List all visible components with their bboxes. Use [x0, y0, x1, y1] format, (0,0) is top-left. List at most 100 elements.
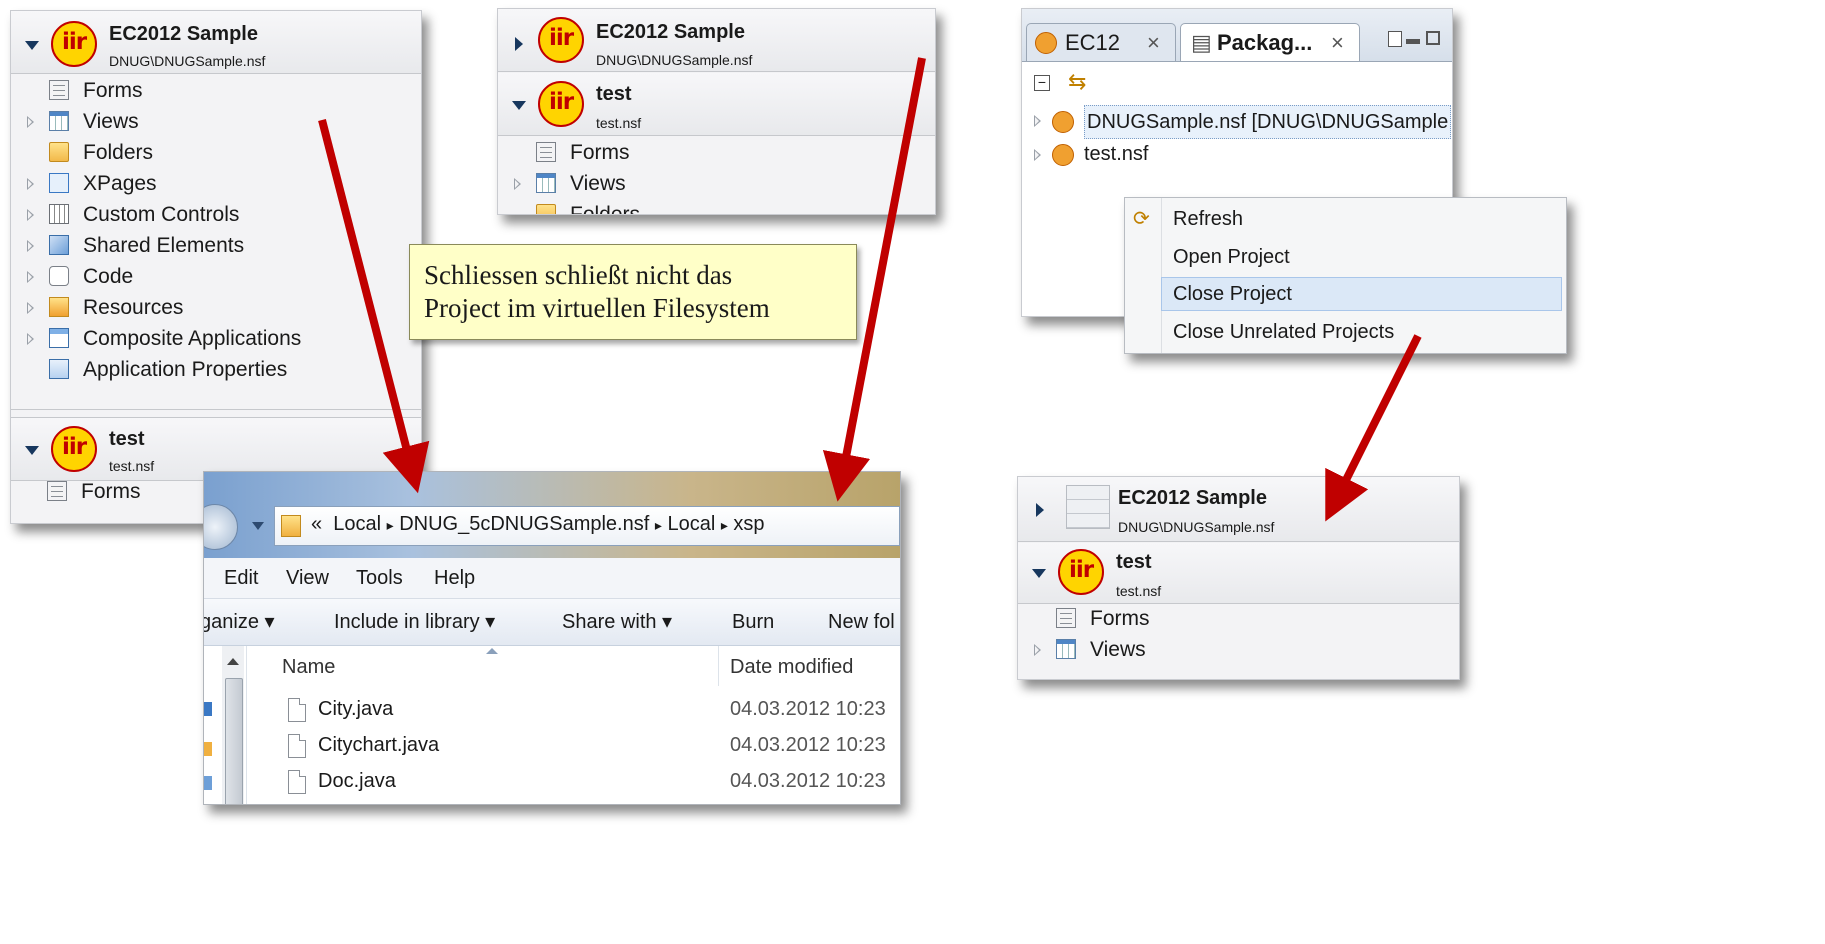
close-icon[interactable]: × [1147, 24, 1160, 62]
tree-item[interactable]: Code [27, 261, 407, 292]
menu-item-close-project[interactable]: Close Project [1173, 276, 1292, 312]
tree-item[interactable]: Views [27, 106, 407, 137]
expand-triangle-icon[interactable] [514, 178, 521, 190]
db-filename: test.nsf [1116, 583, 1162, 599]
maximize-icon[interactable] [1426, 31, 1440, 45]
tree-item-folders[interactable]: Folders [514, 199, 814, 214]
java-file-icon [288, 698, 306, 722]
tree-item[interactable]: Resources [27, 292, 407, 323]
column-header-date-modified[interactable]: Date modified [730, 656, 853, 679]
expand-triangle-icon[interactable] [27, 302, 34, 314]
tree-item-forms[interactable]: Forms [1034, 603, 1334, 634]
scrollbar[interactable] [222, 646, 244, 804]
command-bar: ganize ▾ Include in library ▾ Share with… [204, 599, 900, 646]
expand-triangle-icon[interactable] [27, 209, 34, 221]
view-menu-icon[interactable] [1388, 31, 1402, 47]
callout-line-1: Schliessen schließt nicht das [424, 260, 733, 290]
scroll-thumb[interactable] [225, 678, 243, 804]
tree-item[interactable]: Custom Controls [27, 199, 407, 230]
tab-ec12[interactable]: EC12 × [1026, 23, 1176, 61]
minimize-icon[interactable] [1406, 39, 1420, 44]
project-row-dnugsample[interactable]: DNUGSample.nsf [DNUG\DNUGSample [1034, 105, 1452, 139]
expand-triangle-icon[interactable] [27, 116, 34, 128]
db-title: EC2012 Sample [109, 23, 258, 45]
custom-control-icon [49, 204, 69, 224]
menu-edit[interactable]: Edit [224, 558, 258, 598]
new-folder-button[interactable]: New fol [828, 599, 895, 645]
collapse-triangle-icon[interactable] [1032, 569, 1046, 578]
java-file-icon [288, 770, 306, 794]
menu-tools[interactable]: Tools [356, 558, 403, 598]
include-in-library-button[interactable]: Include in library ▾ [334, 599, 495, 645]
db-header-test[interactable]: iir test test.nsf [498, 73, 935, 136]
db-title: EC2012 Sample [596, 21, 745, 43]
tree-item-forms[interactable]: Forms [514, 137, 814, 168]
db-header-test[interactable]: iir test test.nsf [1018, 543, 1459, 604]
expand-triangle-icon[interactable] [27, 178, 34, 190]
context-menu: ⟳ Refresh Open Project Close Project Clo… [1124, 197, 1567, 354]
menu-item-close-unrelated-projects[interactable]: Close Unrelated Projects [1173, 314, 1394, 350]
expand-triangle-icon[interactable] [27, 240, 34, 252]
expand-triangle-icon[interactable] [1034, 115, 1041, 127]
tree-item[interactable]: Folders [27, 137, 407, 168]
collapse-triangle-icon[interactable] [512, 101, 526, 110]
tab-package-explorer[interactable]: ▤ Packag... × [1180, 23, 1360, 61]
xpage-icon [49, 173, 69, 193]
file-row[interactable]: Citychart.java 04.03.2012 10:23 [254, 730, 900, 764]
share-with-button[interactable]: Share with ▾ [562, 599, 672, 645]
burn-button[interactable]: Burn [732, 599, 774, 645]
breadcrumb-item[interactable]: Local [667, 513, 715, 535]
db-title: EC2012 Sample [1118, 487, 1267, 509]
refresh-icon: ⟳ [1133, 208, 1150, 230]
db-filename: test.nsf [109, 458, 155, 474]
tree-item[interactable]: Application Properties [27, 354, 407, 385]
menu-view[interactable]: View [286, 558, 329, 598]
db-filename: DNUG\DNUGSample.nsf [1118, 519, 1275, 535]
expand-triangle-icon[interactable] [515, 37, 523, 51]
tree-item[interactable]: Composite Applications [27, 323, 407, 354]
column-header-name[interactable]: Name [282, 656, 335, 679]
breadcrumb-item[interactable]: xsp [733, 513, 764, 535]
tree-item[interactable]: Shared Elements [27, 230, 407, 261]
folder-icon [536, 204, 556, 214]
collapse-triangle-icon[interactable] [25, 41, 39, 50]
expand-triangle-icon[interactable] [27, 333, 34, 345]
file-row[interactable]: City.java 04.03.2012 10:23 [254, 694, 900, 728]
app-properties-icon [49, 359, 69, 379]
link-with-editor-icon[interactable]: ⇆ [1068, 69, 1086, 95]
tree-item[interactable]: XPages [27, 168, 407, 199]
db-header-ec2012-closed[interactable]: EC2012 Sample DNUG\DNUGSample.nsf [1018, 477, 1459, 542]
address-bar[interactable]: « Local ▸ DNUG_5cDNUGSample.nsf ▸ Local … [274, 506, 900, 546]
db-filename: DNUG\DNUGSample.nsf [596, 52, 753, 68]
close-icon[interactable]: × [1331, 24, 1344, 62]
resources-icon [49, 297, 69, 317]
db-title: test [596, 83, 632, 105]
collapse-all-icon[interactable]: − [1034, 75, 1050, 91]
menu-item-refresh[interactable]: Refresh [1173, 201, 1243, 237]
expand-triangle-icon[interactable] [1034, 644, 1041, 656]
expand-triangle-icon[interactable] [1036, 503, 1044, 517]
tree-item[interactable]: Forms [27, 75, 407, 106]
tree-item-views[interactable]: Views [1034, 634, 1334, 665]
scroll-up-icon[interactable] [227, 658, 239, 665]
expand-triangle-icon[interactable] [1034, 149, 1041, 161]
code-icon [49, 266, 69, 286]
db-header-ec2012[interactable]: iir EC2012 Sample DNUG\DNUGSample.nsf [498, 9, 935, 72]
view-icon [1056, 639, 1076, 659]
view-icon [536, 173, 556, 193]
tree-item-views[interactable]: Views [514, 168, 814, 199]
collapse-triangle-icon[interactable] [25, 446, 39, 455]
file-row[interactable]: Doc.java 04.03.2012 10:23 [254, 766, 900, 800]
expand-triangle-icon[interactable] [27, 271, 34, 283]
breadcrumb-item[interactable]: DNUG_5cDNUGSample.nsf [399, 513, 649, 535]
organize-button[interactable]: ganize ▾ [204, 599, 275, 645]
breadcrumb-item[interactable]: Local [333, 513, 381, 535]
callout-note: Schliessen schließt nicht das Project im… [409, 244, 857, 340]
menu-item-open-project[interactable]: Open Project [1173, 239, 1290, 275]
db-header-ec2012[interactable]: iir EC2012 Sample DNUG\DNUGSample.nsf [11, 11, 421, 74]
project-row-test[interactable]: test.nsf [1034, 139, 1334, 170]
menu-help[interactable]: Help [434, 558, 475, 598]
forward-dropdown-icon[interactable] [252, 522, 264, 530]
file-date-modified: 04.03.2012 10:23 [730, 734, 886, 756]
file-date-modified: 04.03.2012 10:23 [730, 770, 886, 792]
